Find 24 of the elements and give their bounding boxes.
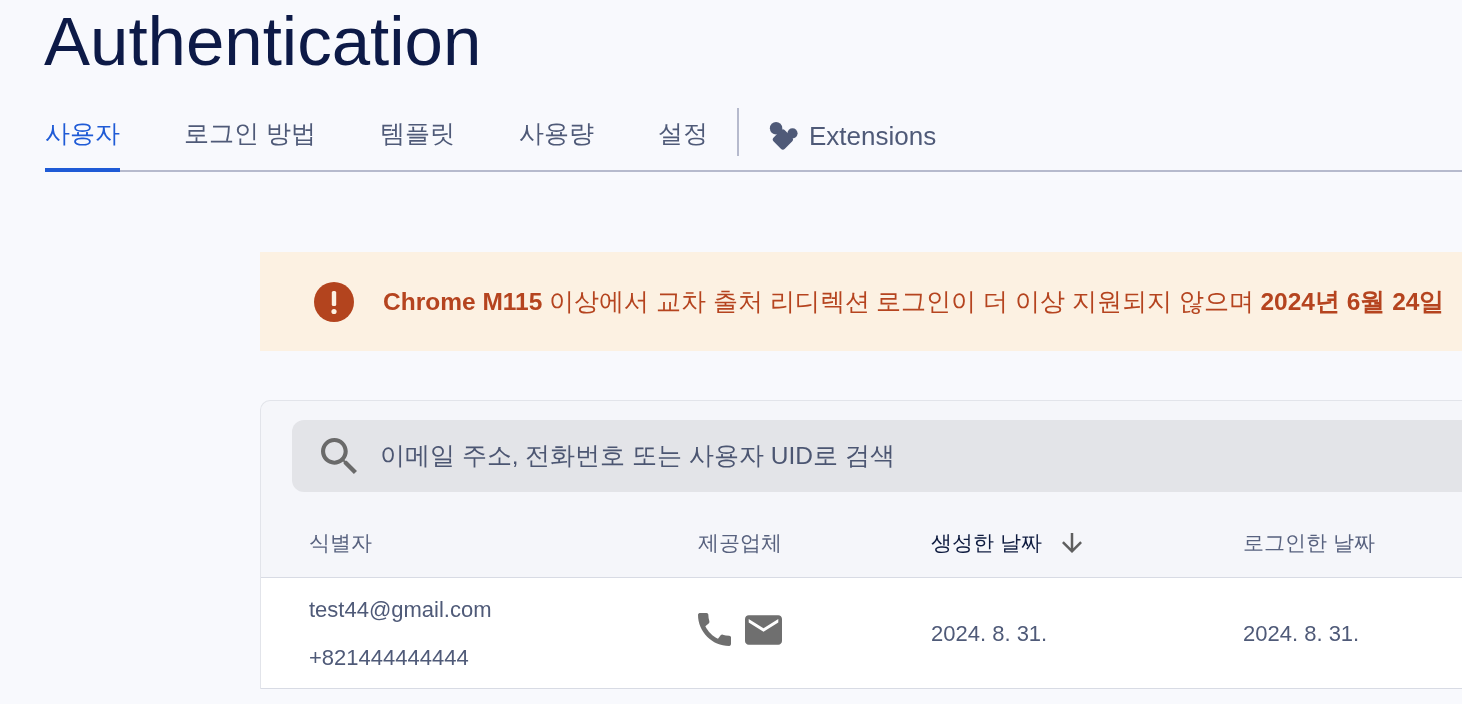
phone-icon	[698, 613, 731, 646]
search-icon	[321, 438, 357, 474]
extensions-tab[interactable]: Extensions	[768, 121, 937, 172]
sort-arrow-icon	[1061, 533, 1082, 553]
column-header[interactable]: 식별자	[309, 529, 372, 577]
signed-in-date: 2024. 8. 31.	[1243, 621, 1360, 647]
nav-tab[interactable]: 로그인 방법	[184, 117, 316, 172]
column-header[interactable]: 제공업체	[698, 529, 782, 577]
created-date: 2024. 8. 31.	[931, 621, 1048, 647]
nav-tab[interactable]: 템플릿	[379, 117, 455, 172]
error-icon	[314, 281, 354, 322]
mail-icon	[745, 614, 782, 645]
nav-tab[interactable]: 설정	[657, 117, 708, 172]
identifier-text: +821444444444	[309, 644, 469, 672]
search-field[interactable]: 이메일 주소, 전화번호 또는 사용자 UID로 검색	[292, 420, 1462, 492]
column-header[interactable]: 로그인한 날짜	[1243, 529, 1375, 577]
identifier-text: test44@gmail.com	[309, 596, 492, 624]
nav-tab[interactable]: 사용자	[45, 117, 120, 172]
column-header[interactable]: 생성한 날짜	[931, 529, 1082, 577]
nav-tab[interactable]: 사용량	[518, 117, 594, 172]
page-title: Authentication	[44, 2, 482, 80]
banner-message: Chrome M115 이상에서 교차 출처 리디렉션 로그인이 더 이상 지원되지 않으며 2024년 6월 24일	[383, 287, 1445, 317]
table-row[interactable]: test44@gmail.com +821444444444 2024. 8. 31. 2024. 8. 31.	[261, 578, 1462, 689]
puzzle-icon	[768, 121, 799, 152]
